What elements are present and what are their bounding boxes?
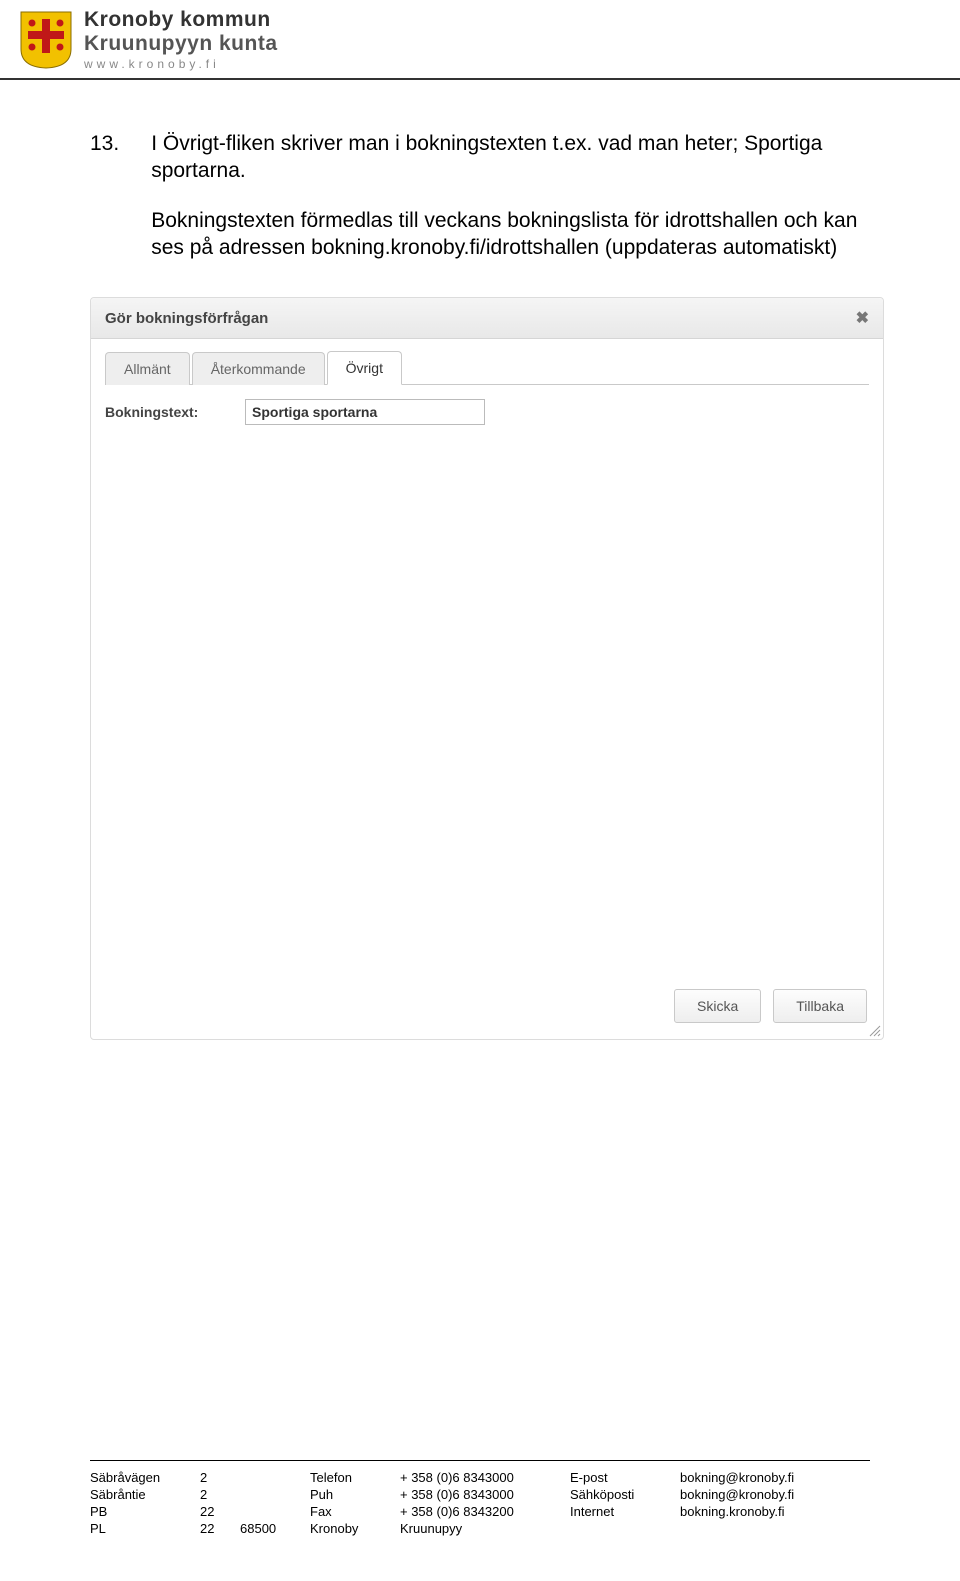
org-name-sv: Kronoby kommun xyxy=(84,8,278,32)
bokningstext-label: Bokningstext: xyxy=(105,404,235,420)
footer-cell: 2 xyxy=(200,1469,240,1486)
page-footer: Säbråvägen2 Telefon+ 358 (0)6 8343000E-po… xyxy=(0,1460,960,1537)
tab-ovrigt[interactable]: Övrigt xyxy=(327,351,402,385)
document-body: 13. I Övrigt-fliken skriver man i boknin… xyxy=(0,80,960,1080)
footer-cell: 68500 xyxy=(240,1520,310,1537)
footer-cell: 22 xyxy=(200,1520,240,1537)
footer-cell: Sähköposti xyxy=(570,1486,680,1503)
instruction-step: 13. I Övrigt-fliken skriver man i boknin… xyxy=(90,130,870,261)
org-url: www.kronoby.fi xyxy=(84,58,278,72)
dialog-title: Gör bokningsförfrågan xyxy=(105,310,268,327)
dialog-header: Gör bokningsförfrågan ✖ xyxy=(91,298,883,339)
footer-cell: PB xyxy=(90,1503,200,1520)
footer-cell: + 358 (0)6 8343000 xyxy=(400,1469,570,1486)
footer-cell xyxy=(240,1469,310,1486)
step-text: I Övrigt-fliken skriver man i bokningste… xyxy=(151,130,870,261)
footer-cell xyxy=(680,1520,870,1537)
footer-cell: Telefon xyxy=(310,1469,400,1486)
footer-row: Säbråvägen2 Telefon+ 358 (0)6 8343000E-po… xyxy=(90,1469,870,1486)
crest-icon xyxy=(20,11,72,69)
back-button[interactable]: Tillbaka xyxy=(773,989,867,1023)
footer-cell: 2 xyxy=(200,1486,240,1503)
footer-cell: Kronoby xyxy=(310,1520,400,1537)
send-button[interactable]: Skicka xyxy=(674,989,761,1023)
org-name-fi: Kruunupyyn kunta xyxy=(84,32,278,56)
footer-cell: Internet xyxy=(570,1503,680,1520)
bokningstext-row: Bokningstext: xyxy=(105,399,869,425)
bokningstext-input[interactable] xyxy=(245,399,485,425)
footer-cell: + 358 (0)6 8343200 xyxy=(400,1503,570,1520)
tab-allmant[interactable]: Allmänt xyxy=(105,352,190,385)
footer-contact-table: Säbråvägen2 Telefon+ 358 (0)6 8343000E-po… xyxy=(90,1469,870,1537)
footer-cell xyxy=(240,1486,310,1503)
dialog-body: Allmänt Återkommande Övrigt Bokningstext… xyxy=(91,339,883,1039)
footer-cell xyxy=(570,1520,680,1537)
dialog-tabs: Allmänt Återkommande Övrigt xyxy=(105,351,869,385)
footer-cell: E-post xyxy=(570,1469,680,1486)
footer-cell: Kruunupyy xyxy=(400,1520,570,1537)
step-paragraph-2: Bokningstexten förmedlas till veckans bo… xyxy=(151,207,870,262)
footer-cell: Säbråvägen xyxy=(90,1469,200,1486)
footer-cell: 22 xyxy=(200,1503,240,1520)
org-text-block: Kronoby kommun Kruunupyyn kunta www.kron… xyxy=(84,8,278,72)
step-number: 13. xyxy=(90,130,119,261)
footer-row: PL2268500KronobyKruunupyy xyxy=(90,1520,870,1537)
tab-aterkommande[interactable]: Återkommande xyxy=(192,352,325,385)
dialog-button-row: Skicka Tillbaka xyxy=(674,989,867,1023)
footer-cell: Fax xyxy=(310,1503,400,1520)
footer-cell: Puh xyxy=(310,1486,400,1503)
close-icon[interactable]: ✖ xyxy=(856,308,869,328)
footer-row: Säbråntie2 Puh+ 358 (0)6 8343000Sähköpost… xyxy=(90,1486,870,1503)
footer-cell xyxy=(240,1503,310,1520)
footer-cell: bokning@kronoby.fi xyxy=(680,1469,870,1486)
step-paragraph-1: I Övrigt-fliken skriver man i bokningste… xyxy=(151,130,870,185)
booking-dialog: Gör bokningsförfrågan ✖ Allmänt Återkomm… xyxy=(90,297,884,1040)
footer-divider xyxy=(90,1460,870,1461)
footer-cell: Säbråntie xyxy=(90,1486,200,1503)
footer-cell: bokning.kronoby.fi xyxy=(680,1503,870,1520)
footer-row: PB22 Fax+ 358 (0)6 8343200Internetbokning… xyxy=(90,1503,870,1520)
page-header: Kronoby kommun Kruunupyyn kunta www.kron… xyxy=(0,0,960,80)
footer-cell: + 358 (0)6 8343000 xyxy=(400,1486,570,1503)
resize-handle-icon[interactable] xyxy=(867,1023,881,1037)
footer-cell: bokning@kronoby.fi xyxy=(680,1486,870,1503)
footer-cell: PL xyxy=(90,1520,200,1537)
